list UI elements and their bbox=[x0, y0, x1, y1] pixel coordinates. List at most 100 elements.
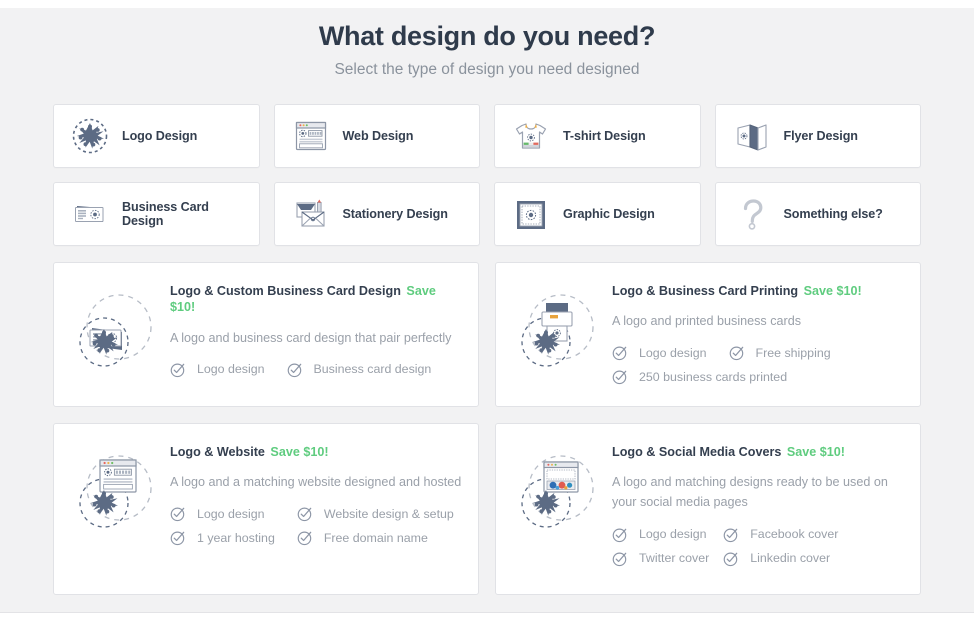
bundle-save-badge: Save $10! bbox=[270, 444, 329, 459]
page-content: What design do you need? Select the type… bbox=[0, 0, 974, 595]
envelope-stationery-icon bbox=[289, 192, 333, 236]
bundle-save-badge: Save $10! bbox=[803, 283, 862, 298]
design-type-card-logo-design[interactable]: Logo Design bbox=[53, 103, 260, 168]
logo-plus-website-icon bbox=[68, 442, 166, 576]
logo-plus-printer-icon bbox=[510, 281, 608, 388]
bundle-feature: Free shipping bbox=[729, 345, 831, 361]
bundle-feature: 1 year hosting bbox=[170, 530, 275, 546]
check-circle-icon bbox=[297, 507, 312, 522]
bundle-feature-list: Logo design Free shipping 250 business c… bbox=[612, 345, 904, 385]
design-type-label: Stationery Design bbox=[342, 206, 448, 221]
bundle-feature: Free domain name bbox=[297, 530, 454, 546]
business-cards-icon bbox=[68, 192, 112, 236]
check-circle-icon bbox=[723, 528, 738, 542]
design-type-label: Flyer Design bbox=[783, 128, 858, 143]
bundle-feature-label: Twitter cover bbox=[639, 550, 710, 565]
bundle-feature-label: Logo design bbox=[197, 362, 265, 377]
bundle-feature: Logo design bbox=[612, 345, 707, 361]
bundle-feature-label: Free shipping bbox=[755, 345, 831, 360]
check-circle-icon bbox=[612, 552, 627, 566]
bundle-description: A logo and a matching website designed a… bbox=[170, 475, 462, 490]
bundle-card-logo-business-card-printing[interactable]: Logo & Business Card Printing Save $10! … bbox=[495, 261, 921, 407]
bundle-feature-label: Linkedin cover bbox=[750, 550, 831, 565]
check-circle-icon bbox=[170, 363, 185, 377]
check-circle-icon bbox=[723, 552, 738, 566]
bundle-feature-label: Free domain name bbox=[323, 530, 428, 545]
bundle-body: Logo & Social Media Covers Save $10! A l… bbox=[608, 442, 904, 576]
logo-starburst-icon bbox=[68, 114, 112, 158]
check-circle-icon bbox=[170, 531, 185, 546]
bundle-body: Logo & Business Card Printing Save $10! … bbox=[608, 281, 904, 388]
design-type-card-flyer-design[interactable]: Flyer Design bbox=[714, 103, 921, 168]
bundle-description: A logo and matching designs ready to be … bbox=[612, 475, 888, 510]
bundle-feature: Logo design bbox=[612, 527, 709, 543]
design-type-label: Business Card Design bbox=[122, 199, 209, 228]
bundle-description: A logo and business card design that pai… bbox=[170, 330, 452, 345]
bundle-feature-list: Logo design Facebook cover Twitter cover… bbox=[612, 527, 904, 567]
design-type-label: Web Design bbox=[342, 128, 414, 143]
design-type-card-business-card-design[interactable]: Business Card Design bbox=[53, 181, 260, 246]
page-header: What design do you need? Select the type… bbox=[53, 0, 921, 80]
bundle-description: A logo and printed business cards bbox=[612, 314, 802, 329]
bundle-feature-label: Logo design bbox=[197, 506, 265, 521]
check-circle-icon bbox=[612, 346, 627, 361]
check-circle-icon bbox=[612, 370, 627, 385]
design-type-label: Something else? bbox=[783, 206, 883, 221]
design-type-label: T-shirt Design bbox=[563, 128, 646, 143]
bundle-feature: Website design & setup bbox=[297, 506, 454, 522]
bundle-title: Logo & Business Card Printing Save $10! bbox=[612, 283, 904, 299]
bundle-title: Logo & Social Media Covers Save $10! bbox=[612, 444, 904, 460]
design-type-card-tshirt-design[interactable]: T-shirt Design bbox=[494, 103, 701, 168]
design-type-card-something-else[interactable]: Something else? bbox=[714, 181, 921, 246]
bundle-grid: Logo & Custom Business Card Design Save … bbox=[53, 261, 921, 595]
bundle-save-badge: Save $10! bbox=[786, 444, 845, 459]
design-type-label: Logo Design bbox=[122, 128, 198, 143]
design-type-card-graphic-design[interactable]: Graphic Design bbox=[494, 181, 701, 246]
page-subtitle: Select the type of design you need desig… bbox=[334, 60, 640, 78]
check-circle-icon bbox=[612, 528, 627, 542]
bundle-feature-list: Logo design Business card design bbox=[170, 362, 462, 378]
check-circle-icon bbox=[170, 507, 185, 522]
bundle-feature-list: Logo design Website design & setup 1 yea… bbox=[170, 506, 462, 546]
bundle-title-text: Logo & Custom Business Card Design bbox=[170, 283, 401, 298]
design-type-grid: Logo Design Web Design T-shirt Design Fl… bbox=[53, 103, 921, 246]
bundle-feature-label: Facebook cover bbox=[750, 526, 839, 541]
design-type-card-stationery-design[interactable]: Stationery Design bbox=[273, 181, 480, 246]
bundle-feature: Twitter cover bbox=[612, 551, 709, 567]
check-circle-icon bbox=[729, 346, 743, 361]
design-type-card-web-design[interactable]: Web Design bbox=[273, 103, 480, 168]
bundle-card-logo-social-media-covers[interactable]: Logo & Social Media Covers Save $10! A l… bbox=[495, 422, 921, 595]
bundle-title-text: Logo & Website bbox=[170, 444, 265, 459]
bundle-card-logo-website[interactable]: Logo & Website Save $10! A logo and a ma… bbox=[53, 422, 479, 595]
bundle-feature: Facebook cover bbox=[723, 527, 838, 543]
bundle-feature-label: 1 year hosting bbox=[197, 530, 275, 545]
bundle-feature: Logo design bbox=[170, 362, 265, 378]
bundle-feature-label: Logo design bbox=[639, 345, 707, 360]
bundle-feature: 250 business cards printed bbox=[612, 369, 831, 385]
page-root: What design do you need? Select the type… bbox=[0, 0, 974, 631]
bundle-feature: Logo design bbox=[170, 506, 275, 522]
bundle-feature-label: Logo design bbox=[639, 526, 707, 541]
bundle-title: Logo & Custom Business Card Design Save … bbox=[170, 283, 462, 316]
framed-graphic-icon bbox=[509, 192, 553, 236]
bundle-title-text: Logo & Business Card Printing bbox=[612, 283, 799, 298]
flyer-folded-icon bbox=[730, 114, 774, 158]
bundle-body: Logo & Website Save $10! A logo and a ma… bbox=[166, 442, 462, 576]
bundle-body: Logo & Custom Business Card Design Save … bbox=[166, 281, 462, 388]
check-circle-icon bbox=[297, 531, 312, 546]
bundle-card-logo-custom-business-card[interactable]: Logo & Custom Business Card Design Save … bbox=[53, 261, 479, 407]
design-type-label: Graphic Design bbox=[563, 206, 655, 221]
bundle-feature: Linkedin cover bbox=[723, 551, 838, 567]
bundle-title: Logo & Website Save $10! bbox=[170, 444, 462, 460]
page-title: What design do you need? bbox=[318, 21, 656, 51]
bundle-title-text: Logo & Social Media Covers bbox=[612, 444, 782, 459]
bundle-feature: Business card design bbox=[287, 362, 432, 378]
bundle-feature-label: Business card design bbox=[313, 362, 432, 377]
browser-window-icon bbox=[289, 114, 333, 158]
logo-plus-business-card-icon bbox=[68, 281, 166, 388]
logo-plus-social-icon bbox=[510, 442, 608, 576]
question-mark-icon bbox=[730, 192, 774, 236]
bundle-feature-label: Website design & setup bbox=[323, 506, 454, 521]
tshirt-icon bbox=[509, 114, 553, 158]
check-circle-icon bbox=[287, 363, 301, 377]
